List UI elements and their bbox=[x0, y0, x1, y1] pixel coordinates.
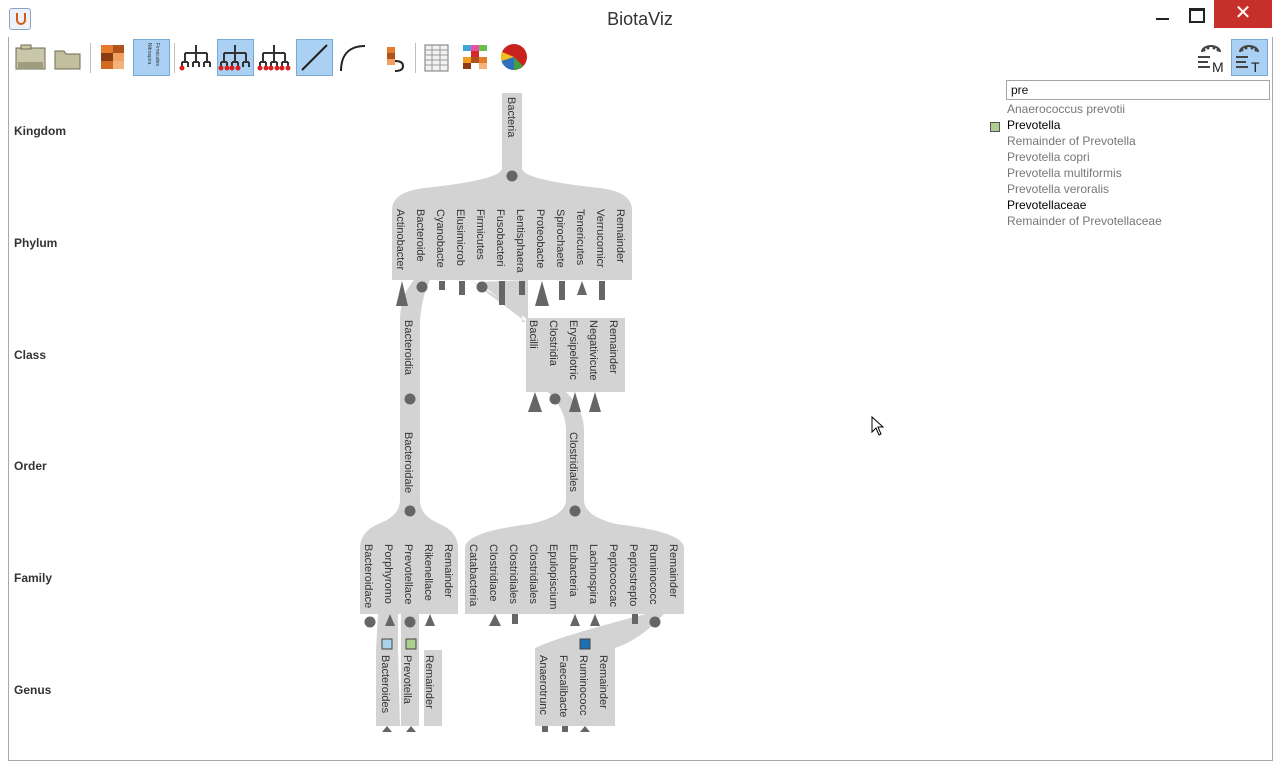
family-label[interactable]: Epulopiscium bbox=[547, 544, 559, 609]
genus-label[interactable]: Ruminococc bbox=[577, 655, 589, 716]
phylum-label[interactable]: Remainder bbox=[614, 209, 626, 263]
expanded-node[interactable] bbox=[416, 281, 428, 293]
taxonomy-tree: Bacteria Actinobacter Bacteroide Cyanobacte… bbox=[360, 93, 684, 732]
genus-color-swatch bbox=[579, 638, 591, 650]
expanded-node[interactable] bbox=[476, 281, 488, 293]
family-label[interactable]: Eubacteria bbox=[567, 544, 579, 597]
family-label[interactable]: Peptococcac bbox=[607, 544, 619, 607]
collapsed-node[interactable] bbox=[382, 726, 392, 732]
phylum-label[interactable]: Verrucomicr bbox=[594, 209, 606, 268]
family-label[interactable]: Remainder bbox=[442, 544, 454, 598]
class-label[interactable]: Bacteroidia bbox=[402, 320, 414, 376]
collapsed-node[interactable] bbox=[577, 281, 587, 295]
collapsed-node[interactable] bbox=[406, 726, 416, 732]
phylum-label[interactable]: Actinobacter bbox=[394, 209, 406, 270]
collapsed-node[interactable] bbox=[580, 726, 590, 732]
genus-color-swatch bbox=[405, 638, 417, 650]
leaf-node[interactable] bbox=[632, 614, 638, 624]
leaf-node[interactable] bbox=[519, 281, 525, 295]
family-label[interactable]: Porphyromo bbox=[382, 544, 394, 604]
expanded-node[interactable] bbox=[364, 616, 376, 628]
family-label[interactable]: Bacteroidace bbox=[362, 544, 374, 608]
family-label[interactable]: Clostridiace bbox=[487, 544, 499, 601]
collapsed-node[interactable] bbox=[589, 392, 601, 412]
phylum-label[interactable]: Lentisphaera bbox=[514, 209, 526, 273]
genus-label[interactable]: Remainder bbox=[423, 655, 435, 709]
class-label[interactable]: Erysipelotric bbox=[567, 320, 579, 380]
phylum-label[interactable]: Bacteroide bbox=[414, 209, 426, 262]
class-label[interactable]: Bacilli bbox=[527, 320, 539, 349]
class-label[interactable]: Clostridia bbox=[547, 320, 559, 367]
leaf-node[interactable] bbox=[562, 726, 568, 732]
family-label[interactable]: Peptostrepto bbox=[627, 544, 639, 606]
phylum-label[interactable]: Spirochaete bbox=[554, 209, 566, 268]
phylum-label[interactable]: Elusimicrob bbox=[454, 209, 466, 266]
order-label[interactable]: Clostridiales bbox=[567, 432, 579, 492]
phylum-label[interactable]: Proteobacte bbox=[534, 209, 546, 268]
family-label[interactable]: Catabacteria bbox=[467, 544, 479, 607]
leaf-node[interactable] bbox=[439, 281, 445, 290]
phylum-label[interactable]: Tenericutes bbox=[574, 209, 586, 266]
genus-label[interactable]: Faecalibacte bbox=[557, 655, 569, 717]
collapsed-node[interactable] bbox=[425, 614, 435, 626]
genus-color-swatch bbox=[381, 638, 393, 650]
phylum-label[interactable]: Firmicutes bbox=[474, 209, 486, 260]
phylum-label[interactable]: Fusobacteri bbox=[494, 209, 506, 266]
family-label[interactable]: Lachnospira bbox=[587, 544, 599, 605]
order-label[interactable]: Bacteroidale bbox=[402, 432, 414, 493]
family-label[interactable]: Prevotellace bbox=[402, 544, 414, 605]
family-label[interactable]: Ruminococc bbox=[647, 544, 659, 605]
collapsed-node[interactable] bbox=[590, 614, 600, 626]
expanded-node[interactable] bbox=[569, 505, 581, 517]
genus-label[interactable]: Anaerotrunc bbox=[537, 655, 549, 715]
expanded-node[interactable] bbox=[404, 393, 416, 405]
collapsed-node[interactable] bbox=[528, 392, 542, 412]
genus-label[interactable]: Remainder bbox=[597, 655, 609, 709]
expanded-node[interactable] bbox=[506, 170, 518, 182]
expanded-node[interactable] bbox=[549, 393, 561, 405]
expanded-node[interactable] bbox=[404, 616, 416, 628]
class-label[interactable]: Remainder bbox=[607, 320, 619, 374]
tree-bands bbox=[360, 93, 684, 726]
collapsed-node[interactable] bbox=[535, 281, 549, 306]
collapsed-node[interactable] bbox=[489, 614, 501, 626]
leaf-node[interactable] bbox=[459, 281, 465, 295]
leaf-node[interactable] bbox=[499, 281, 505, 305]
family-label[interactable]: Clostridiales bbox=[527, 544, 539, 604]
expanded-node[interactable] bbox=[649, 616, 661, 628]
genus-label[interactable]: Prevotella bbox=[401, 655, 413, 705]
leaf-node[interactable] bbox=[542, 726, 548, 732]
leaf-node[interactable] bbox=[512, 614, 518, 624]
class-label[interactable]: Negativicute bbox=[587, 320, 599, 381]
family-label[interactable]: Remainder bbox=[667, 544, 679, 598]
leaf-node[interactable] bbox=[599, 281, 605, 300]
kingdom-label[interactable]: Bacteria bbox=[505, 97, 517, 138]
family-label[interactable]: Rikenellace bbox=[422, 544, 434, 601]
expanded-node[interactable] bbox=[404, 505, 416, 517]
phylum-label[interactable]: Cyanobacte bbox=[434, 209, 446, 268]
leaf-node[interactable] bbox=[559, 281, 565, 300]
family-label[interactable]: Clostridiales bbox=[507, 544, 519, 604]
collapsed-node[interactable] bbox=[570, 614, 580, 626]
genus-label[interactable]: Bacteroides bbox=[379, 655, 391, 714]
mouse-cursor-icon bbox=[871, 416, 885, 436]
